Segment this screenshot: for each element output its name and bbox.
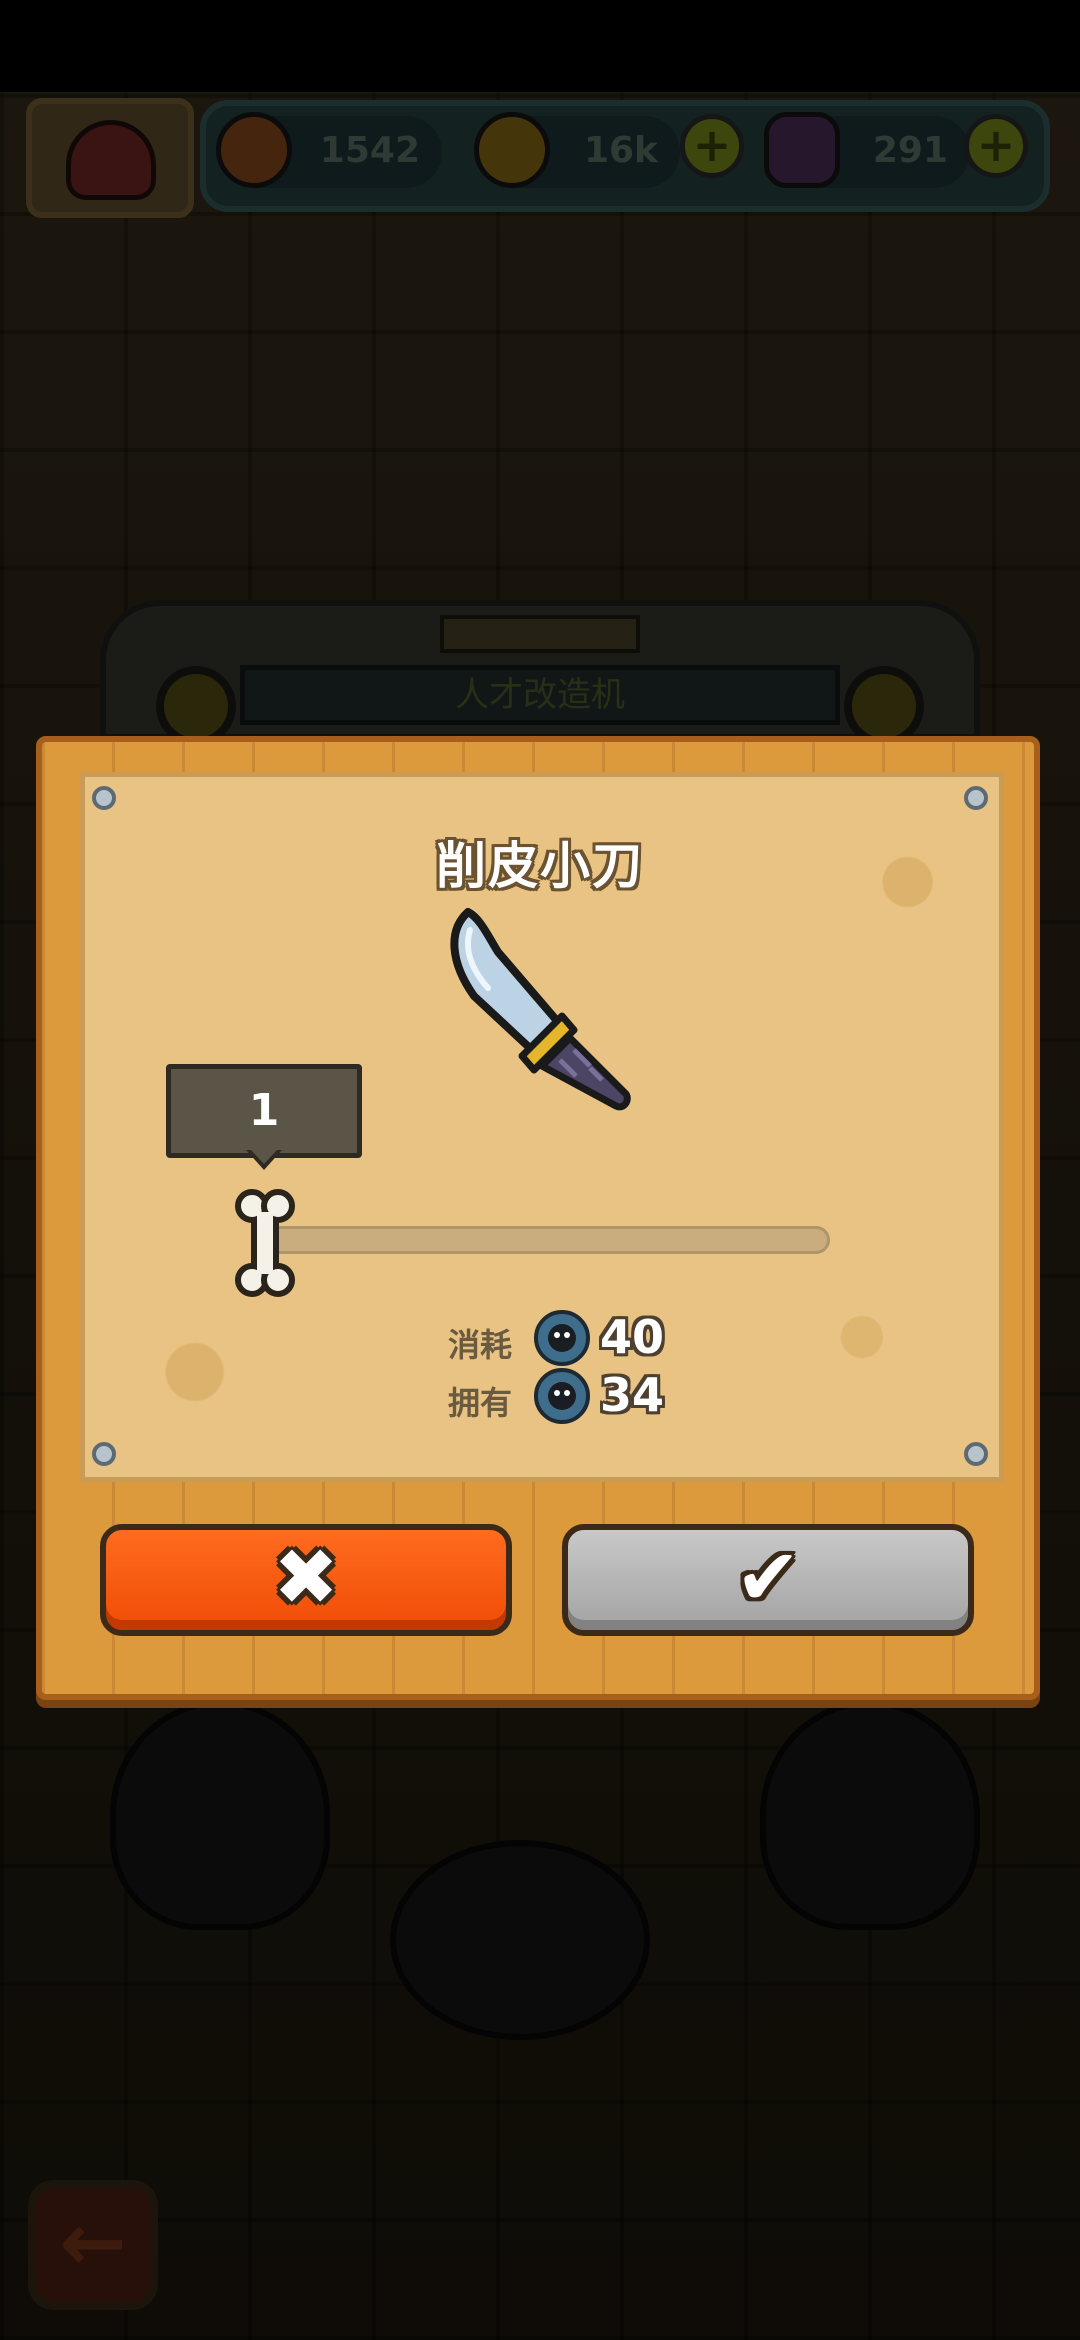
cancel-button[interactable]: ✖ — [100, 1524, 512, 1636]
status-bar — [0, 0, 1080, 92]
owned-value: 34 — [600, 1368, 665, 1422]
knife-icon — [450, 908, 631, 1111]
item-name: 削皮小刀 — [436, 837, 644, 895]
rivet-icon — [964, 1442, 988, 1466]
quantity-pointer-fill — [251, 1150, 277, 1164]
checkmark-icon: ✔ — [735, 1533, 801, 1623]
rivet-icon — [92, 786, 116, 810]
close-icon: ✖ — [273, 1533, 339, 1623]
quantity-display: 1 — [166, 1064, 362, 1158]
cost-value: 40 — [600, 1310, 665, 1364]
bone-slider-handle-icon[interactable] — [232, 1188, 298, 1298]
quantity-slider-track[interactable] — [258, 1226, 830, 1254]
confirm-button[interactable]: ✔ — [562, 1524, 974, 1636]
cost-label: 消耗 — [448, 1326, 513, 1364]
rivet-icon — [92, 1442, 116, 1466]
blue-fuzzball-token-icon — [534, 1368, 590, 1424]
blue-fuzzball-token-icon — [534, 1310, 590, 1366]
rivet-icon — [964, 786, 988, 810]
owned-label: 拥有 — [448, 1384, 513, 1422]
